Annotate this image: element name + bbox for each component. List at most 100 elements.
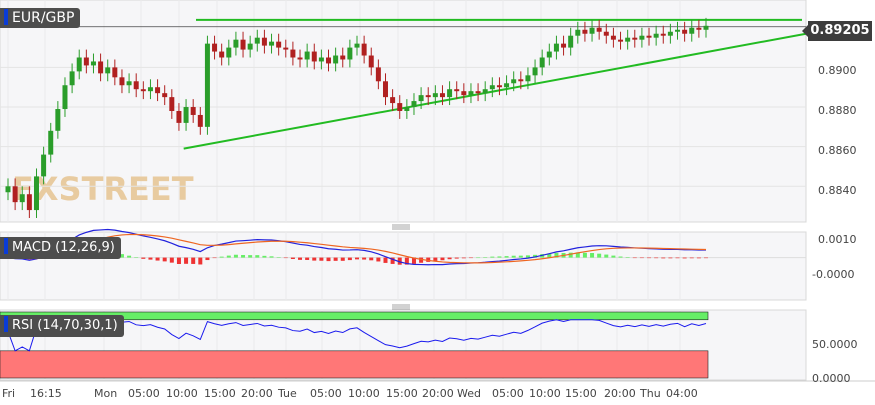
candle-body [625, 37, 631, 42]
x-tick-label: 05:00 [310, 387, 342, 400]
macd-histogram-bar [141, 257, 146, 259]
candle-body [297, 57, 303, 60]
candle-body [539, 57, 545, 68]
candle-body [269, 41, 275, 46]
symbol-tag: EUR/GBP [0, 8, 81, 28]
candle-body [553, 43, 559, 52]
candle-body [482, 89, 488, 94]
x-tick-label: 15:00 [565, 387, 597, 400]
candle-body [354, 43, 360, 48]
candle-body [5, 186, 11, 193]
candle-body [610, 35, 616, 40]
candle-body [582, 29, 588, 34]
candle-body [340, 55, 346, 60]
candle-body [575, 29, 581, 36]
macd-histogram-bar [618, 256, 623, 258]
macd-histogram-bar [518, 255, 523, 258]
macd-histogram-bar [312, 257, 317, 261]
macd-histogram-bar [511, 255, 516, 258]
candle-body [504, 83, 510, 88]
macd-histogram-bar [654, 257, 659, 259]
candle-body [675, 29, 681, 32]
candle-body [546, 51, 552, 58]
macd-histogram-bar [454, 257, 459, 259]
rsi-tag: RSI (14,70,30,1) [0, 315, 124, 337]
candle-body [333, 55, 339, 64]
last-price-tag: 0.89205 [802, 21, 872, 41]
macd-histogram-bar [504, 256, 509, 258]
macd-histogram-bar [148, 257, 153, 260]
chart-canvas: FXSTREET [0, 0, 875, 382]
x-tick-label: 10:00 [166, 387, 198, 400]
candle-body [375, 67, 381, 82]
candle-body [126, 81, 132, 86]
macd-histogram-bar [326, 257, 331, 262]
macd-histogram-bar [169, 257, 174, 263]
candle-body [119, 77, 125, 86]
macd-histogram-bar [696, 257, 701, 259]
x-tick-label: 05:00 [128, 387, 160, 400]
candle-body [425, 95, 431, 98]
candle-body [247, 43, 253, 50]
candle-body [76, 57, 82, 72]
x-tick-label: Tue [278, 387, 297, 400]
macd-histogram-bar [198, 257, 203, 265]
x-tick-label: Mon [94, 387, 118, 400]
y-tick-label: 0.8880 [818, 104, 857, 117]
candle-body [147, 87, 153, 92]
macd-histogram-bar [333, 257, 338, 261]
macd-histogram-bar [461, 257, 466, 259]
macd-histogram-bar [525, 255, 530, 258]
candle-body [290, 49, 296, 58]
macd-histogram-bar [212, 257, 217, 259]
macd-histogram-bar [497, 256, 502, 258]
candle-body [276, 41, 282, 48]
candle-body [696, 27, 702, 30]
y-tick-label: 0.8860 [818, 144, 857, 157]
macd-histogram-bar [290, 257, 295, 260]
candle-body [568, 35, 574, 48]
candle-body [233, 39, 239, 48]
candle-body [404, 107, 410, 111]
watermark-logo: FXSTREET [12, 170, 194, 208]
x-tick-label: Fri [2, 387, 16, 400]
candle-body [361, 43, 367, 56]
macd-histogram-bar [355, 257, 359, 260]
candle-body [347, 47, 353, 60]
candle-body [311, 51, 317, 62]
candle-body [660, 33, 666, 36]
macd-histogram-bar [704, 257, 708, 259]
candle-body [326, 57, 332, 64]
candle-body [212, 43, 218, 52]
macd-histogram-bar [632, 257, 637, 259]
macd-histogram-bar [383, 257, 388, 263]
rsi-tick-label: 50.0000 [812, 338, 858, 351]
candle-body [368, 55, 374, 68]
candle-body [133, 81, 139, 90]
candle-body [62, 85, 68, 110]
macd-histogram-bar [376, 257, 381, 262]
macd-tag: MACD (12,26,9) [0, 237, 121, 259]
macd-histogram-bar [191, 257, 196, 264]
x-tick-label: 20:00 [241, 387, 273, 400]
candle-body [112, 67, 118, 78]
macd-histogram-bar [248, 255, 253, 258]
rsi-oversold-zone [0, 350, 709, 379]
macd-histogram-bar [269, 256, 274, 258]
x-tick-label: Wed [457, 387, 481, 400]
candle-body [105, 67, 111, 74]
macd-histogram-bar [604, 254, 609, 258]
candle-body [397, 103, 403, 111]
candle-body [283, 47, 289, 50]
x-tick-label: 16:15 [30, 387, 62, 400]
macd-histogram-bar [255, 255, 260, 258]
y-tick-label: 0.8840 [818, 184, 857, 197]
macd-histogram-bar [176, 257, 181, 264]
macd-histogram-bar [639, 257, 644, 259]
candle-body [69, 71, 75, 86]
candle-body [98, 61, 104, 74]
candle-body [254, 37, 260, 44]
macd-histogram-bar [625, 257, 630, 258]
x-tick-label: Thu [640, 387, 661, 400]
candle-body [219, 51, 225, 58]
